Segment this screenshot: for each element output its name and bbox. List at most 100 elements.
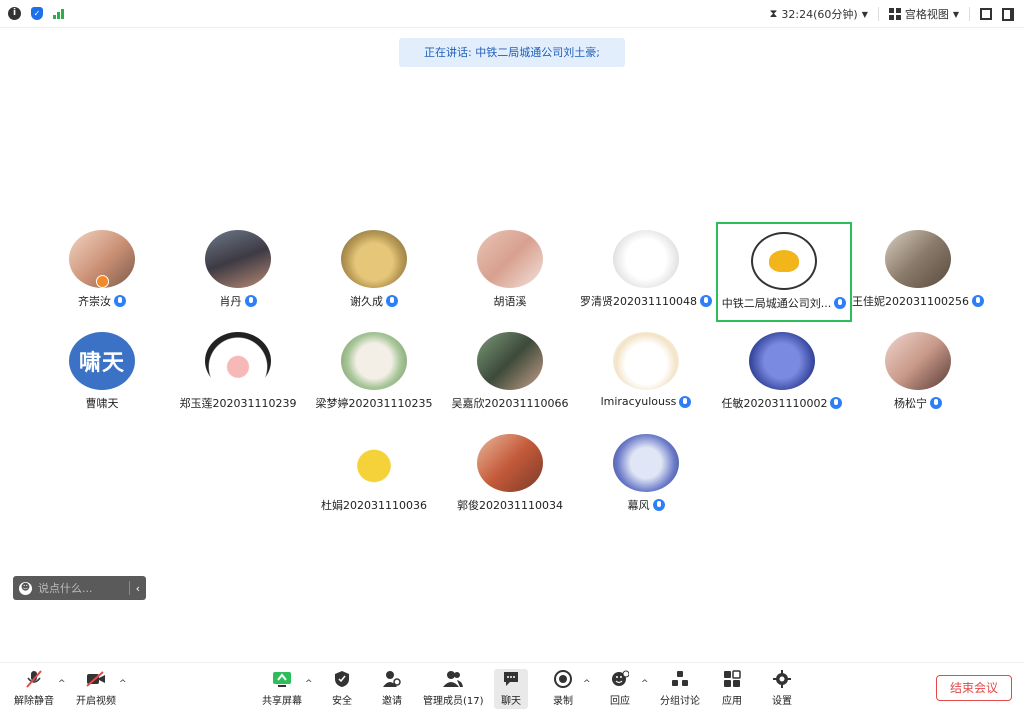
avatar xyxy=(749,332,815,390)
grid-view-icon xyxy=(888,8,901,20)
chevron-up-icon[interactable]: ^ xyxy=(583,679,591,689)
divider xyxy=(128,581,130,595)
chat-input-placeholder[interactable]: 说点什么... xyxy=(38,580,123,596)
manage-members-label: 管理成员(17) xyxy=(423,696,484,707)
reaction-button[interactable]: 回应 xyxy=(609,669,631,709)
avatar xyxy=(477,230,543,288)
start-video-button[interactable]: 开启视频 xyxy=(76,669,116,709)
participant-name: 郭俊202031110034 xyxy=(457,499,563,512)
collapse-chevron-icon[interactable]: ‹ xyxy=(136,582,140,595)
share-screen-icon xyxy=(271,669,293,689)
invite-label: 邀请 xyxy=(382,696,402,707)
signal-icon[interactable] xyxy=(53,8,64,19)
members-icon xyxy=(442,669,464,689)
participant-tile-active-speaker[interactable]: 中铁二局城通公司刘... xyxy=(716,222,852,322)
avatar xyxy=(205,332,271,390)
mic-icon xyxy=(830,397,843,409)
participant-name: 胡语溪 xyxy=(493,295,527,308)
avatar xyxy=(341,434,407,492)
avatar xyxy=(341,230,407,288)
chevron-down-icon: ▼ xyxy=(952,9,959,19)
record-label: 录制 xyxy=(553,696,573,707)
participant-tile[interactable]: 郭俊202031110034 xyxy=(442,424,578,524)
speaking-indicator: 正在讲话: 中铁二局城通公司刘土豪; xyxy=(399,38,625,67)
mic-icon xyxy=(679,395,692,408)
unmute-label: 解除静音 xyxy=(14,696,54,707)
participant-name: 幕风 xyxy=(578,497,714,513)
chevron-down-icon: ▼ xyxy=(861,9,868,19)
chevron-up-icon[interactable]: ^ xyxy=(305,679,313,689)
avatar-drawing xyxy=(769,250,799,272)
chevron-up-icon[interactable]: ^ xyxy=(58,679,66,689)
emoji-icon[interactable]: ☻ xyxy=(19,581,32,595)
participant-tile[interactable]: 胡语溪 xyxy=(442,220,578,320)
participant-tile[interactable]: 吴嘉欣202031110066 xyxy=(442,322,578,422)
participant-tile[interactable]: 梁梦婷202031110235 xyxy=(306,322,442,422)
apps-button[interactable]: 应用 xyxy=(721,669,743,709)
divider xyxy=(877,7,879,21)
bottom-toolbar: 解除静音 ^ 开启视频 ^ 共享屏幕 ^ 安全 邀请 管理成员(17) 聊天 录… xyxy=(0,662,1024,710)
participant-tile[interactable]: 齐崇汝 xyxy=(34,220,170,320)
shield-icon xyxy=(331,669,353,689)
settings-button[interactable]: 设置 xyxy=(771,669,793,709)
participant-name: 中铁二局城通公司刘... xyxy=(718,295,850,311)
mic-muted-icon xyxy=(23,669,45,689)
participant-tile[interactable]: 罗清贤202031110048 xyxy=(578,220,714,320)
top-left-status: i ✓ xyxy=(8,7,64,20)
record-button[interactable]: 录制 xyxy=(552,669,574,709)
mic-icon xyxy=(930,397,942,409)
fullscreen-icon[interactable] xyxy=(980,8,992,20)
mic-icon xyxy=(386,295,398,307)
participant-name: 任敏202031110002 xyxy=(714,395,850,411)
chat-input-bar[interactable]: ☻ 说点什么... ‹ xyxy=(13,576,146,600)
mic-icon xyxy=(652,499,665,511)
participant-name: 王佳妮202031100256 xyxy=(850,293,986,309)
participant-tile[interactable]: 杨松宁 xyxy=(850,322,986,422)
participant-tile[interactable]: 谢久成 xyxy=(306,220,442,320)
reaction-label: 回应 xyxy=(610,696,630,707)
chat-bubble-icon xyxy=(500,669,522,689)
mic-icon xyxy=(834,297,847,309)
participant-tile[interactable]: 王佳妮202031100256 xyxy=(850,220,986,320)
end-meeting-button[interactable]: 结束会议 xyxy=(936,675,1012,701)
share-screen-button[interactable]: 共享屏幕 xyxy=(262,669,302,709)
avatar xyxy=(477,332,543,390)
breakout-icon xyxy=(669,669,691,689)
user-badge-icon xyxy=(96,275,109,288)
settings-label: 设置 xyxy=(772,696,792,707)
security-label: 安全 xyxy=(332,696,352,707)
avatar: 啸天 xyxy=(69,332,135,390)
breakout-label: 分组讨论 xyxy=(660,696,700,707)
unmute-button[interactable]: 解除静音 xyxy=(14,669,54,709)
security-button[interactable]: 安全 xyxy=(331,669,353,709)
participant-tile[interactable]: lmiracyulouss xyxy=(578,322,714,422)
timer-text: 32:24(60分钟) xyxy=(781,8,858,21)
top-bar: i ✓ ⧗ 32:24(60分钟) ▼ 宫格视图 ▼ xyxy=(0,0,1024,28)
chat-button[interactable]: 聊天 xyxy=(494,669,528,709)
manage-members-button[interactable]: 管理成员(17) xyxy=(423,669,484,709)
participant-name: 曹啸天 xyxy=(85,397,119,410)
divider xyxy=(969,7,970,21)
mic-icon xyxy=(699,295,712,307)
participant-tile[interactable]: 肖丹 xyxy=(170,220,306,320)
side-panel-icon[interactable] xyxy=(1002,7,1014,21)
meeting-timer[interactable]: ⧗ 32:24(60分钟) ▼ xyxy=(770,6,868,22)
participant-tile[interactable]: 幕风 xyxy=(578,424,714,524)
info-icon[interactable]: i xyxy=(8,7,21,20)
apps-icon xyxy=(721,669,743,689)
hourglass-icon: ⧗ xyxy=(769,7,778,20)
participant-tile[interactable]: 杜娟202031110036 xyxy=(306,424,442,524)
participant-tile[interactable]: 郑玉莲202031110239 xyxy=(170,322,306,422)
shield-icon[interactable]: ✓ xyxy=(31,7,43,20)
mic-icon xyxy=(971,295,984,307)
view-mode-button[interactable]: 宫格视图 ▼ xyxy=(888,6,959,22)
participant-tile[interactable]: 啸天 曹啸天 xyxy=(34,322,170,422)
participant-name: 吴嘉欣202031110066 xyxy=(451,397,569,410)
add-user-icon xyxy=(381,669,403,689)
invite-button[interactable]: 邀请 xyxy=(381,669,403,709)
chevron-up-icon[interactable]: ^ xyxy=(641,679,649,689)
breakout-button[interactable]: 分组讨论 xyxy=(660,669,700,709)
chevron-up-icon[interactable]: ^ xyxy=(119,679,127,689)
participant-name: 梁梦婷202031110235 xyxy=(315,397,433,410)
participant-tile[interactable]: 任敏202031110002 xyxy=(714,322,850,422)
